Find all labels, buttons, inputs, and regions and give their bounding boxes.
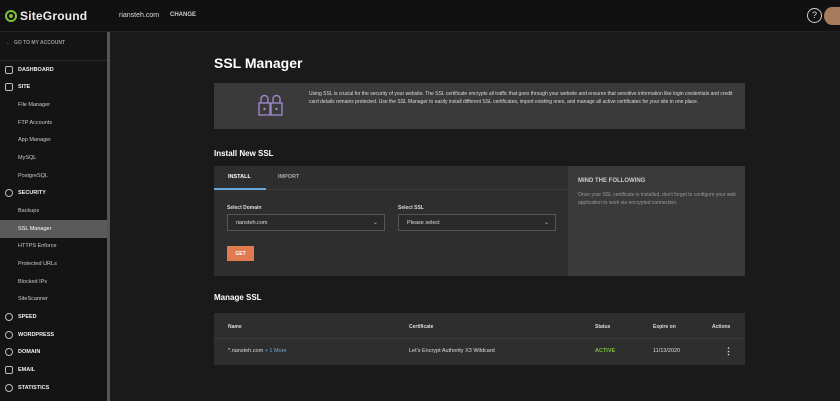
column-header-certificate: Certificate xyxy=(409,324,434,330)
sidebar-item-label: PostgreSQL xyxy=(18,173,48,179)
sidebar-item-wordpress[interactable]: WORDPRESS xyxy=(0,326,107,344)
sidebar-item-dashboard[interactable]: DASHBOARD xyxy=(0,61,107,79)
current-site-name: riansteh.com xyxy=(119,12,160,19)
active-tab-indicator xyxy=(214,188,266,190)
sidebar-item-site[interactable]: SITE xyxy=(0,78,107,96)
wordpress-icon xyxy=(5,331,13,339)
sidebar-item-backups[interactable]: Backups xyxy=(0,202,107,220)
sidebar-item-label: WORDPRESS xyxy=(18,332,55,338)
page-title: SSL Manager xyxy=(214,55,303,71)
table-row-expire: 11/13/2020 xyxy=(653,348,681,354)
select-ssl-value: Please select xyxy=(407,220,440,226)
certificate-domain: *.riansteh.com xyxy=(228,348,264,354)
column-header-expire-on: Expire on xyxy=(653,324,676,330)
select-domain-value: riansteh.com xyxy=(236,220,268,226)
sidebar-item-label: MySQL xyxy=(18,155,37,161)
top-bar: SiteGround riansteh.com CHANGE ? xyxy=(0,0,840,32)
install-ssl-card: INSTALL IMPORT Select Domain riansteh.co… xyxy=(214,166,745,276)
logo-text: SiteGround xyxy=(20,9,88,23)
more-domains-link[interactable]: + 1 More xyxy=(265,348,287,354)
shield-icon xyxy=(5,189,13,197)
mind-title: MIND THE FOLLOWING xyxy=(578,178,646,184)
sidebar-item-label: DASHBOARD xyxy=(18,67,54,73)
change-site-link[interactable]: CHANGE xyxy=(170,12,196,18)
sidebar-item-label: SSL Manager xyxy=(18,226,52,232)
mail-icon xyxy=(5,366,13,374)
info-box: Using SSL is crucial for the security of… xyxy=(214,83,745,129)
sidebar-item-label: STATISTICS xyxy=(18,385,50,391)
main-content: SSL Manager Using SSL is crucial for the… xyxy=(110,32,840,401)
sidebar-item-speed[interactable]: SPEED xyxy=(0,308,107,326)
sidebar-item-label: DOMAIN xyxy=(18,349,41,355)
mind-the-following-panel: MIND THE FOLLOWING Once your SSL certifi… xyxy=(568,166,745,276)
site-icon xyxy=(5,83,13,91)
select-domain-label: Select Domain xyxy=(227,205,262,211)
sidebar-item-label: App Manager xyxy=(18,137,52,143)
chevron-down-icon: ⌄ xyxy=(372,220,378,226)
sidebar-item-mysql[interactable]: MySQL xyxy=(0,149,107,167)
column-header-actions: Actions xyxy=(712,324,731,330)
lock-icon xyxy=(258,94,283,116)
select-domain-dropdown[interactable]: riansteh.com ⌄ xyxy=(227,214,385,231)
back-label: GO TO MY ACCOUNT xyxy=(14,40,66,46)
sidebar: ← GO TO MY ACCOUNT DASHBOARD SITE File Ma… xyxy=(0,32,110,401)
sidebar-item-label: SECURITY xyxy=(18,190,46,196)
tab-install[interactable]: INSTALL xyxy=(228,174,251,180)
sidebar-item-label: SiteScanner xyxy=(18,296,48,302)
sidebar-item-label: File Manager xyxy=(18,102,51,108)
sidebar-item-email[interactable]: EMAIL xyxy=(0,361,107,379)
status-badge: ACTIVE xyxy=(595,348,616,354)
back-to-account-link[interactable]: ← GO TO MY ACCOUNT xyxy=(6,40,68,46)
sidebar-item-ssl-manager[interactable]: SSL Manager xyxy=(0,220,107,238)
sidebar-item-statistics[interactable]: STATISTICS xyxy=(0,379,107,397)
get-button[interactable]: GET xyxy=(227,246,254,261)
install-ssl-title: Install New SSL xyxy=(214,149,274,158)
mind-text: Once your SSL certificate is installed, … xyxy=(578,192,737,206)
more-actions-icon[interactable]: ⋮ xyxy=(724,346,733,357)
user-avatar[interactable] xyxy=(824,7,840,25)
sidebar-item-postgresql[interactable]: PostgreSQL xyxy=(0,167,107,185)
arrow-left-icon: ← xyxy=(6,40,11,46)
select-ssl-label: Select SSL xyxy=(398,205,424,211)
sidebar-item-security[interactable]: SECURITY xyxy=(0,184,107,202)
sidebar-item-label: FTP Accounts xyxy=(18,120,53,126)
tab-import[interactable]: IMPORT xyxy=(278,174,299,180)
sidebar-item-file-manager[interactable]: File Manager xyxy=(0,96,107,114)
info-description: Using SSL is crucial for the security of… xyxy=(309,91,733,105)
manage-ssl-table: Name Certificate Status Expire on Action… xyxy=(214,313,745,365)
manage-ssl-title: Manage SSL xyxy=(214,293,262,302)
sidebar-item-app-manager[interactable]: App Manager xyxy=(0,131,107,149)
sidebar-item-label: Protected URLs xyxy=(18,261,57,267)
statistics-icon xyxy=(5,384,13,392)
sidebar-item-blocked-ips[interactable]: Blocked IPs xyxy=(0,273,107,291)
sidebar-item-sitescanner[interactable]: SiteScanner xyxy=(0,290,107,308)
chevron-down-icon: ⌄ xyxy=(543,220,549,226)
sidebar-item-label: HTTPS Enforce xyxy=(18,243,57,249)
table-row-name: *.riansteh.com + 1 More xyxy=(228,348,287,354)
table-header-divider xyxy=(214,338,745,339)
sidebar-item-label: Backups xyxy=(18,208,40,214)
sidebar-item-ftp-accounts[interactable]: FTP Accounts xyxy=(0,114,107,132)
table-row-certificate: Let's Encrypt Authority X3 Wildcard xyxy=(409,348,495,354)
sidebar-item-https-enforce[interactable]: HTTPS Enforce xyxy=(0,237,107,255)
sidebar-item-protected-urls[interactable]: Protected URLs xyxy=(0,255,107,273)
logo-mark-icon xyxy=(5,10,17,22)
dashboard-icon xyxy=(5,66,13,74)
sidebar-item-label: SPEED xyxy=(18,314,37,320)
sidebar-item-label: Blocked IPs xyxy=(18,279,48,285)
siteground-logo[interactable]: SiteGround xyxy=(5,9,87,23)
column-header-name: Name xyxy=(228,324,242,330)
sidebar-item-label: SITE xyxy=(18,84,31,90)
speed-icon xyxy=(5,313,13,321)
sidebar-item-label: EMAIL xyxy=(18,367,36,373)
install-tabs: INSTALL IMPORT xyxy=(214,166,568,190)
globe-icon xyxy=(5,348,13,356)
help-icon[interactable]: ? xyxy=(807,8,822,23)
select-ssl-dropdown[interactable]: Please select ⌄ xyxy=(398,214,556,231)
sidebar-item-domain[interactable]: DOMAIN xyxy=(0,343,107,361)
column-header-status: Status xyxy=(595,324,611,330)
